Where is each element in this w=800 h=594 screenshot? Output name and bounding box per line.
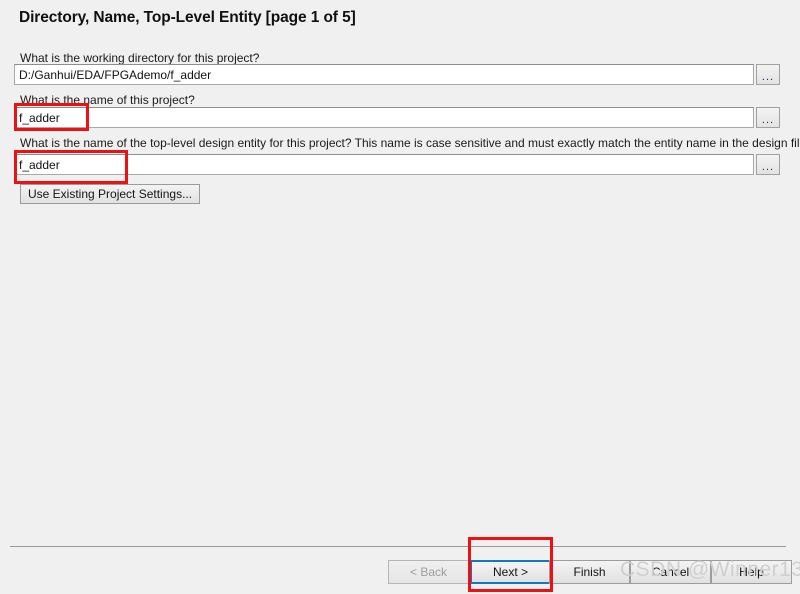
- working-directory-label: What is the working directory for this p…: [20, 51, 260, 65]
- top-level-entity-browse-button[interactable]: ...: [756, 154, 780, 175]
- project-name-label: What is the name of this project?: [20, 93, 195, 107]
- help-button[interactable]: Help: [711, 560, 792, 584]
- use-existing-project-settings-button[interactable]: Use Existing Project Settings...: [20, 184, 201, 204]
- back-button[interactable]: < Back: [388, 560, 469, 584]
- page-title: Directory, Name, Top-Level Entity [page …: [19, 9, 356, 26]
- ellipsis-icon: ...: [761, 113, 775, 126]
- working-directory-browse-button[interactable]: ...: [756, 64, 780, 85]
- footer-separator: [10, 546, 786, 547]
- cancel-button[interactable]: Cancel: [630, 560, 711, 584]
- project-name-browse-button[interactable]: ...: [756, 107, 780, 128]
- top-level-entity-label: What is the name of the top-level design…: [20, 136, 800, 150]
- top-level-entity-input[interactable]: [14, 154, 754, 175]
- working-directory-input[interactable]: [14, 64, 754, 85]
- ellipsis-icon: ...: [761, 70, 775, 83]
- finish-button[interactable]: Finish: [549, 560, 630, 584]
- ellipsis-icon: ...: [761, 160, 775, 173]
- project-name-input[interactable]: [14, 107, 754, 128]
- next-button[interactable]: Next >: [470, 560, 551, 584]
